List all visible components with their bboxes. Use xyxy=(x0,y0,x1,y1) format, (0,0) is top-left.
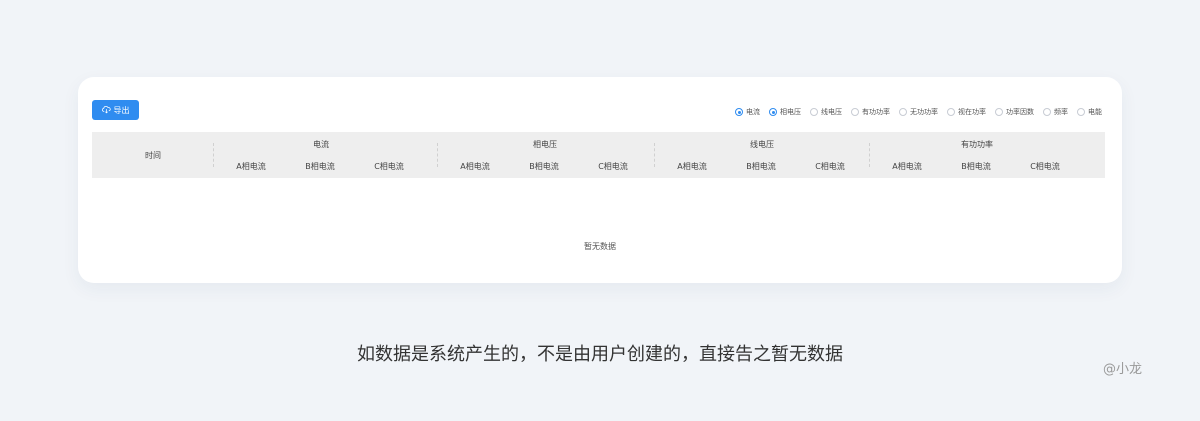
radio-option-label: 无功功率 xyxy=(910,108,938,116)
radio-circle-icon xyxy=(735,108,743,116)
column-group-title: 相电压 xyxy=(533,140,557,149)
radio-option-label: 电流 xyxy=(746,108,760,116)
table-header: 时间 电流 A相电流 B相电流 C相电流 相电压 A相电流 B相电流 C相电流 线电压 A相电流 B… xyxy=(92,132,1105,178)
radio-circle-icon xyxy=(1043,108,1051,116)
column-header-time: 时间 xyxy=(145,150,161,160)
column-group: 电流 A相电流 B相电流 C相电流 xyxy=(214,132,428,178)
radio-circle-icon xyxy=(899,108,907,116)
radio-option-label: 功率因数 xyxy=(1006,108,1034,116)
radio-option-label: 电能 xyxy=(1088,108,1102,116)
radio-circle-icon xyxy=(810,108,818,116)
column-header: B相电流 xyxy=(529,162,559,171)
radio-option-label: 频率 xyxy=(1054,108,1068,116)
metric-radio-group: 电流 相电压 线电压 有功功率 无功功率 视在功率 功率因数 频率 电能 xyxy=(735,107,1102,117)
column-header: B相电流 xyxy=(746,162,776,171)
radio-option[interactable]: 无功功率 xyxy=(899,107,938,117)
radio-option[interactable]: 功率因数 xyxy=(995,107,1034,117)
column-header: C相电流 xyxy=(815,162,845,171)
radio-circle-icon xyxy=(851,108,859,116)
column-header: C相电流 xyxy=(1030,162,1060,171)
column-group: 相电压 A相电流 B相电流 C相电流 xyxy=(438,132,652,178)
data-table-card: 导出 电流 相电压 线电压 有功功率 无功功率 视在功率 功率因数 频率 电能 时间 电流 A相电… xyxy=(78,77,1122,283)
column-group: 线电压 A相电流 B相电流 C相电流 xyxy=(655,132,869,178)
column-header: B相电流 xyxy=(305,162,335,171)
column-group-title: 电流 xyxy=(313,140,329,149)
radio-option[interactable]: 有功功率 xyxy=(851,107,890,117)
radio-option[interactable]: 电流 xyxy=(735,107,760,117)
column-header: A相电流 xyxy=(677,162,707,171)
radio-option-label: 视在功率 xyxy=(958,108,986,116)
column-header: B相电流 xyxy=(961,162,991,171)
column-header: C相电流 xyxy=(374,162,404,171)
export-button[interactable]: 导出 xyxy=(92,100,139,120)
column-group-title: 有功功率 xyxy=(961,140,993,149)
radio-option[interactable]: 频率 xyxy=(1043,107,1068,117)
radio-option[interactable]: 电能 xyxy=(1077,107,1102,117)
radio-circle-icon xyxy=(769,108,777,116)
radio-option-label: 线电压 xyxy=(821,108,842,116)
radio-circle-icon xyxy=(947,108,955,116)
column-group: 有功功率 A相电流 B相电流 C相电流 xyxy=(870,132,1084,178)
radio-option[interactable]: 线电压 xyxy=(810,107,842,117)
caption-text: 如数据是系统产生的，不是由用户创建的，直接告之暂无数据 xyxy=(357,344,843,365)
export-button-label: 导出 xyxy=(113,105,130,115)
radio-option-label: 相电压 xyxy=(780,108,801,116)
column-header: A相电流 xyxy=(460,162,490,171)
author-credit: @小龙 xyxy=(1103,362,1143,377)
radio-option[interactable]: 视在功率 xyxy=(947,107,986,117)
column-header: A相电流 xyxy=(892,162,922,171)
radio-circle-icon xyxy=(995,108,1003,116)
column-header: C相电流 xyxy=(598,162,628,171)
radio-option-label: 有功功率 xyxy=(862,108,890,116)
radio-circle-icon xyxy=(1077,108,1085,116)
cloud-download-icon xyxy=(101,105,111,116)
column-header: A相电流 xyxy=(236,162,266,171)
radio-option[interactable]: 相电压 xyxy=(769,107,801,117)
column-group-title: 线电压 xyxy=(750,140,774,149)
empty-state-text: 暂无数据 xyxy=(584,242,616,251)
